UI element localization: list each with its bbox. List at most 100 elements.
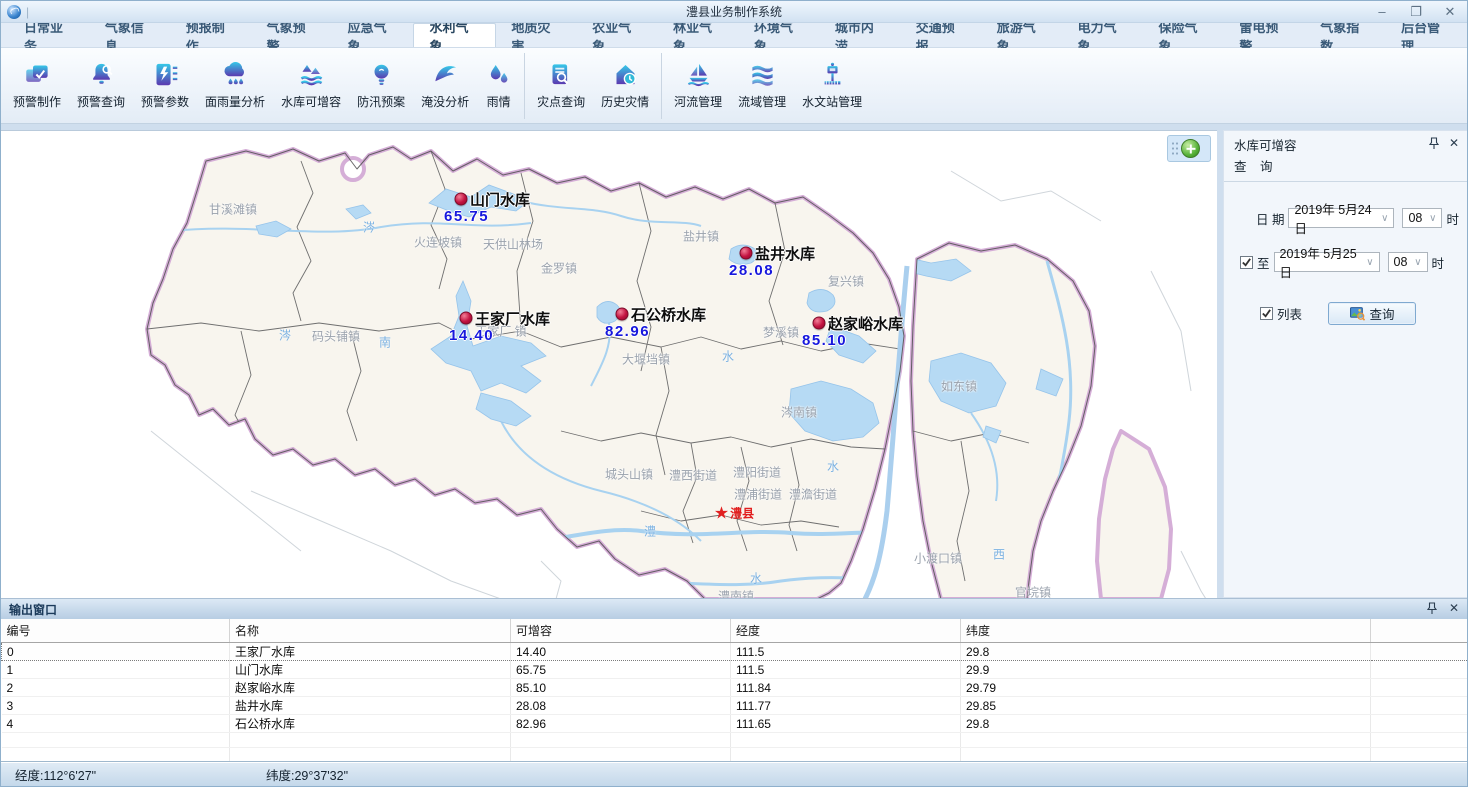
close-button[interactable]: ✕ [1433, 2, 1467, 22]
menu-tab-8[interactable]: 农业气象 [577, 23, 658, 47]
reservoir-capacity-icon [298, 61, 325, 88]
toolbar-button-淹没分析[interactable]: 淹没分析 [413, 58, 477, 113]
toolbar: 预警制作预警查询预警参数面雨量分析水库可增容防汛预案淹没分析雨情灾点查询历史灾情… [1, 48, 1467, 124]
output-window: 输出窗口 ✕ 编号名称可增容经度纬度0王家厂水库14.40111.529.81山… [1, 598, 1467, 762]
menu-tab-14[interactable]: 电力气象 [1063, 23, 1144, 47]
toolbar-button-历史灾情[interactable]: 历史灾情 [593, 58, 657, 113]
to-date-checkbox[interactable] [1240, 256, 1253, 269]
query-button[interactable]: 查询 [1328, 302, 1416, 325]
menu-tab-4[interactable]: 气象预警 [252, 23, 333, 47]
hour-to-select[interactable]: 08∨ [1388, 252, 1428, 272]
column-header-编号[interactable]: 编号 [2, 619, 230, 643]
minimize-button[interactable]: – [1365, 2, 1399, 22]
column-header-纬度[interactable]: 纬度 [961, 619, 1371, 643]
river-label: 澧 [644, 523, 656, 540]
menu-tab-1[interactable]: 日常业务 [9, 23, 90, 47]
toolbar-button-水库可增容[interactable]: 水库可增容 [273, 58, 349, 113]
date-label: 日 期 [1256, 209, 1284, 228]
toolbar-button-水文站管理[interactable]: 水文站管理 [794, 58, 870, 113]
toolbar-button-流域管理[interactable]: 流域管理 [730, 58, 794, 113]
map-mini-toolbar [1167, 135, 1211, 162]
history-disaster-icon [612, 61, 639, 88]
table-row[interactable]: 0王家厂水库14.40111.529.8 [2, 643, 1468, 661]
reservoir-dot-icon[interactable] [460, 312, 473, 325]
table-row[interactable]: 4石公桥水库82.96111.6529.8 [2, 715, 1468, 733]
toolbar-button-河流管理[interactable]: 河流管理 [666, 58, 730, 113]
query-image-icon [1350, 306, 1365, 321]
date-from-select[interactable]: 2019年 5月24日∨ [1288, 208, 1394, 228]
reservoir-name: 王家厂水库 [475, 308, 550, 329]
menu-tab-17[interactable]: 气象指数 [1305, 23, 1386, 47]
list-checkbox[interactable] [1260, 307, 1273, 320]
menu-tab-15[interactable]: 保险气象 [1143, 23, 1224, 47]
toolbar-group-1: 预警制作预警查询预警参数面雨量分析水库可增容防汛预案淹没分析雨情 [5, 50, 520, 122]
map-canvas[interactable]: 甘溪滩镇火连坡镇天供山林场金罗镇盐井镇复兴镇码头铺镇王家厂 镇梦溪镇大堰垱镇涔南… [1, 130, 1217, 598]
town-label: 官垸镇 [1015, 584, 1051, 599]
town-label: 澧澹街道 [789, 486, 837, 503]
column-header-名称[interactable]: 名称 [230, 619, 511, 643]
panel-subtitle: 查 询 [1234, 156, 1297, 175]
table-row[interactable]: 1山门水库65.75111.529.9 [2, 661, 1468, 679]
river-label: 水 [750, 570, 762, 587]
maximize-button[interactable]: ❐ [1399, 2, 1433, 22]
column-header-经度[interactable]: 经度 [731, 619, 961, 643]
reservoir-dot-icon[interactable] [616, 308, 629, 321]
output-window-header: 输出窗口 ✕ [1, 599, 1467, 619]
reservoir-name: 赵家峪水库 [828, 313, 903, 334]
menu-tab-12[interactable]: 交通预报 [901, 23, 982, 47]
reservoir-dot-icon[interactable] [455, 193, 468, 206]
reservoir-name: 山门水库 [470, 189, 530, 210]
toolbar-button-预警查询[interactable]: 预警查询 [69, 58, 133, 113]
table-row[interactable]: 2赵家峪水库85.10111.8429.79 [2, 679, 1468, 697]
output-close-icon[interactable]: ✕ [1449, 602, 1459, 617]
menu-tab-11[interactable]: 城市内涝 [820, 23, 901, 47]
menu-tab-7[interactable]: 地质灾害 [496, 23, 577, 47]
menu-tab-16[interactable]: 雷电预警 [1224, 23, 1305, 47]
river-label: 西 [993, 546, 1005, 563]
pin-icon[interactable] [1427, 602, 1437, 617]
panel-close-icon[interactable]: ✕ [1449, 137, 1459, 149]
reservoir-value: 14.40 [449, 327, 494, 344]
toolbar-button-防汛预案[interactable]: 防汛预案 [349, 58, 413, 113]
town-label: 小渡口镇 [914, 550, 962, 567]
drag-grip-icon[interactable] [1171, 141, 1178, 156]
reservoir-value: 28.08 [729, 262, 774, 279]
menu-tab-9[interactable]: 林业气象 [658, 23, 739, 47]
town-label: 天供山林场 [483, 236, 543, 253]
output-table-container: 编号名称可增容经度纬度0王家厂水库14.40111.529.81山门水库65.7… [1, 619, 1467, 762]
alert-compose-icon [24, 61, 51, 88]
reservoir-dot-icon[interactable] [813, 317, 826, 330]
toolbar-button-灾点查询[interactable]: 灾点查询 [529, 58, 593, 113]
main-area: 甘溪滩镇火连坡镇天供山林场金罗镇盐井镇复兴镇码头铺镇王家厂 镇梦溪镇大堰垱镇涔南… [1, 124, 1467, 598]
river-manage-icon [685, 61, 712, 88]
table-row[interactable]: 3盐井水库28.08111.7729.85 [2, 697, 1468, 715]
menu-tab-2[interactable]: 气象信息 [90, 23, 171, 47]
toolbar-button-面雨量分析[interactable]: 面雨量分析 [197, 58, 273, 113]
reservoir-value: 85.10 [802, 332, 847, 349]
column-header-可增容[interactable]: 可增容 [511, 619, 731, 643]
reservoir-capacity-panel: 水库可增容 查 询 ✕ 日 期 2019年 5月24日∨ 08∨ [1223, 130, 1467, 598]
empty-row [2, 733, 1468, 748]
rain-info-icon [485, 61, 512, 88]
hour-from-select[interactable]: 08∨ [1402, 208, 1442, 228]
toolbar-separator [524, 53, 525, 119]
zoom-add-button[interactable] [1181, 139, 1200, 158]
menu-tab-3[interactable]: 预报制作 [171, 23, 252, 47]
toolbar-button-预警参数[interactable]: 预警参数 [133, 58, 197, 113]
town-label: 如东镇 [941, 378, 977, 395]
menu-tab-18[interactable]: 后台管理 [1386, 23, 1467, 47]
star-icon: ★ [714, 507, 729, 519]
reservoir-dot-icon[interactable] [740, 247, 753, 260]
date-to-select[interactable]: 2019年 5月25日∨ [1274, 252, 1380, 272]
pin-icon[interactable] [1429, 137, 1439, 152]
toolbar-button-雨情[interactable]: 雨情 [477, 58, 520, 113]
chevron-down-icon: ∨ [1378, 213, 1391, 224]
toolbar-button-预警制作[interactable]: 预警制作 [5, 58, 69, 113]
menu-tab-6[interactable]: 水利气象 [413, 23, 496, 47]
reservoir-value: 82.96 [605, 323, 650, 340]
menu-tab-5[interactable]: 应急气象 [333, 23, 414, 47]
menu-tab-10[interactable]: 环境气象 [739, 23, 820, 47]
panel-divider [1224, 181, 1467, 182]
town-label: 火连坡镇 [414, 234, 462, 251]
menu-tab-13[interactable]: 旅游气象 [982, 23, 1063, 47]
